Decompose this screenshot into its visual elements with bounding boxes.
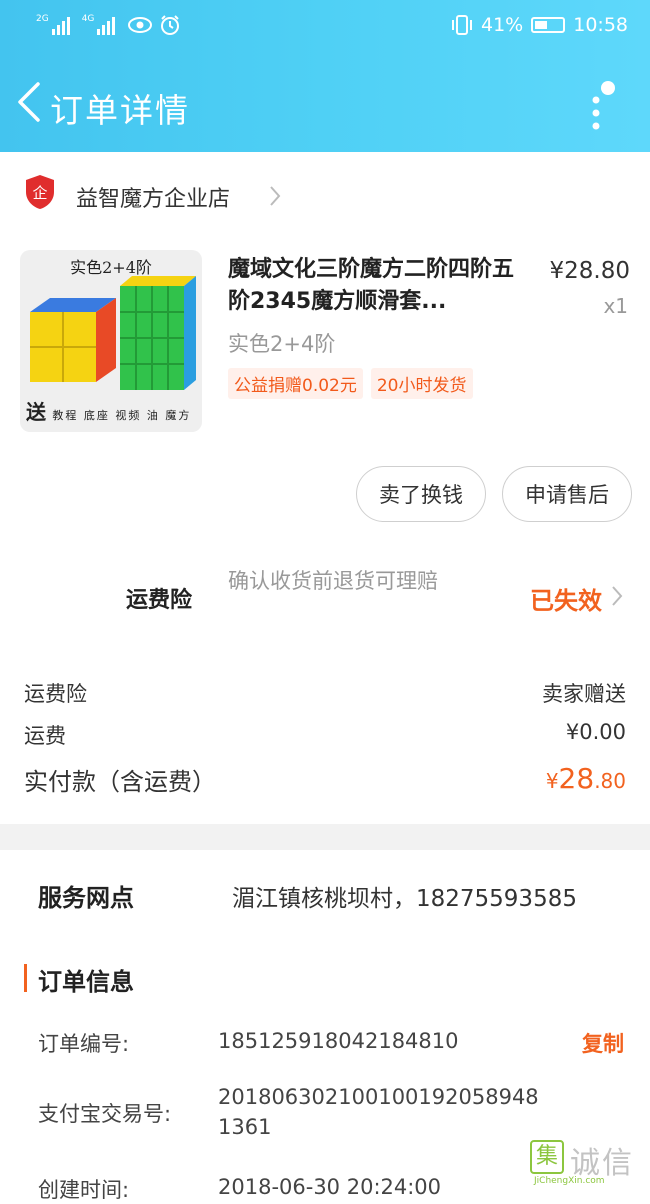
app-header: 2G 4G 41% 10:58 订单详情 (0, 0, 650, 152)
cube-4x4-image (120, 276, 196, 390)
order-info-title: 订单信息 (38, 968, 134, 996)
fee-paid-value: ¥28.80 (545, 762, 626, 795)
vibrate-icon (452, 15, 472, 35)
order-number-value: 185125918042184810 (218, 1029, 459, 1053)
shop-name: 益智魔方企业店 (76, 187, 231, 212)
chevron-right-icon (270, 186, 281, 206)
nav-bar: 订单详情 (0, 66, 650, 142)
insurance-label: 运费险 (126, 588, 193, 613)
signal-icon: 4G (82, 15, 116, 35)
alarm-icon (161, 15, 180, 35)
service-point-value: 湄江镇核桃坝村，18275593585 (232, 886, 577, 912)
site-watermark: 集 诚信 JiChengXin.com (530, 1138, 642, 1186)
tag-shipping: 20小时发货 (370, 368, 473, 399)
more-icon[interactable] (586, 80, 616, 130)
signal-label: 2G (36, 14, 49, 24)
product-sku: 实色2+4阶 (228, 332, 336, 356)
signal-label: 4G (81, 14, 95, 24)
page-title: 订单详情 (50, 91, 190, 130)
product-image-caption: 实色2+4阶 (70, 258, 152, 277)
fee-insurance-row: 运费险 卖家赠送 (24, 678, 626, 708)
copy-order-number-button[interactable]: 复制 (582, 1028, 624, 1058)
status-right: 41% 10:58 (451, 14, 628, 36)
product-price: ¥28.80 (549, 258, 630, 284)
signal-icon: 2G (36, 15, 70, 35)
section-accent-bar (24, 964, 27, 992)
fee-paid-row: 实付款（含运费） ¥28.80 (24, 762, 626, 797)
insurance-status: 已失效 (530, 587, 602, 615)
watermark-logo: 集 (530, 1140, 564, 1174)
back-arrow-icon[interactable] (14, 80, 44, 124)
status-left: 2G 4G (36, 14, 181, 36)
created-time-label: 创建时间: (38, 1178, 130, 1202)
shop-row[interactable]: 企 益智魔方企业店 (0, 152, 650, 238)
created-time-value: 2018-06-30 20:24:00 (218, 1175, 442, 1199)
order-number-label: 订单编号: (38, 1032, 130, 1056)
fee-insurance-value: 卖家赠送 (542, 682, 626, 706)
after-sale-button[interactable]: 申请售后 (502, 466, 632, 522)
clock: 10:58 (573, 14, 628, 36)
product-image-gifts: 送 教程 底座 视频 油 魔方书 (26, 400, 192, 424)
product-quantity: x1 (603, 294, 628, 318)
watermark-url: JiChengXin.com (534, 1176, 605, 1186)
status-bar: 2G 4G 41% 10:58 (0, 0, 650, 56)
product-image[interactable]: 实色2+4阶 送 教程 底座 视频 油 魔方书 (20, 250, 202, 432)
sell-for-cash-button[interactable]: 卖了换钱 (356, 466, 486, 522)
product-tags: 公益捐赠0.02元 20小时发货 (228, 368, 473, 399)
battery-percent: 41% (481, 14, 524, 36)
insurance-desc: 确认收货前退货可理赔 (228, 569, 438, 593)
cube-2x2-image (30, 298, 116, 382)
service-point-label: 服务网点 (38, 884, 134, 912)
fee-shipping-label: 运费 (24, 724, 66, 748)
svg-text:企: 企 (32, 184, 47, 202)
section-divider (0, 824, 650, 850)
fee-shipping-value: ¥0.00 (565, 720, 626, 744)
fee-shipping-row: 运费 ¥0.00 (24, 720, 626, 750)
alipay-trade-value: 201806302100100192058948 1361 (218, 1085, 539, 1139)
product-title[interactable]: 魔域文化三阶魔方二阶四阶五阶2345魔方顺滑套... (228, 254, 528, 318)
tag-charity: 公益捐赠0.02元 (228, 368, 363, 399)
chevron-right-icon (612, 586, 623, 606)
eye-icon (128, 17, 153, 33)
fee-paid-label: 实付款（含运费） (24, 768, 216, 796)
alipay-trade-label: 支付宝交易号: (38, 1102, 172, 1126)
enterprise-badge-icon: 企 (26, 175, 54, 209)
battery-icon (531, 17, 566, 33)
fee-insurance-label: 运费险 (24, 682, 87, 706)
